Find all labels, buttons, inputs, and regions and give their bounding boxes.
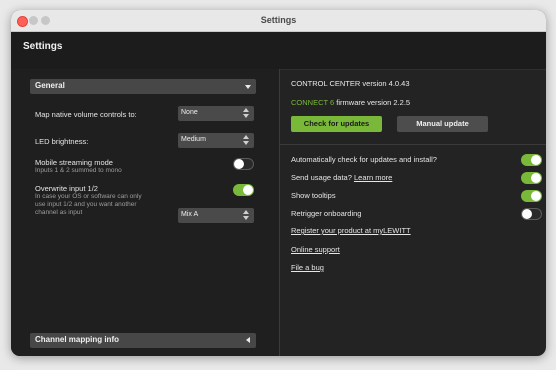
firmware-version-line: CONNECT 6 firmware version 2.2.5 [291,98,410,107]
usage-data-toggle[interactable] [521,172,542,184]
title-bar: Settings [11,10,546,32]
led-brightness-select[interactable]: Medium [178,133,254,148]
left-pane: General Map native volume controls to: N… [11,69,280,356]
updown-icon [242,135,250,146]
map-volume-value: None [181,109,198,116]
retrigger-onboarding-toggle[interactable] [521,208,542,220]
overwrite-input-label: Overwrite input 1/2 [35,184,98,193]
updown-icon [242,210,250,221]
device-name: CONNECT 6 [291,98,335,107]
settings-window: Settings Settings General Map native vol… [11,10,546,356]
updown-icon [242,108,250,119]
map-volume-select[interactable]: None [178,106,254,121]
check-for-updates-button[interactable]: Check for updates [291,116,382,132]
register-product-link[interactable]: Register your product at myLEWITT [291,226,411,235]
manual-update-button[interactable]: Manual update [397,116,488,132]
overwrite-channel-value: Mix A [181,211,199,218]
chevron-down-icon [245,85,251,89]
show-tooltips-toggle[interactable] [521,190,542,202]
usage-data-row: Send usage data? Learn more [291,173,392,182]
right-pane: CONTROL CENTER version 4.0.43 CONNECT 6 … [280,69,546,356]
mobile-streaming-label: Mobile streaming mode [35,158,113,167]
overwrite-input-sub-2: use input 1/2 and you want another [35,201,137,208]
control-center-version: CONTROL CENTER version 4.0.43 [291,79,410,88]
general-section-label: General [35,81,65,90]
retrigger-onboarding-label: Retrigger onboarding [291,209,362,218]
led-brightness-value: Medium [181,136,206,143]
map-volume-label: Map native volume controls to: [35,110,137,119]
auto-update-label: Automatically check for updates and inst… [291,155,437,164]
usage-data-label: Send usage data? [291,173,352,182]
learn-more-link[interactable]: Learn more [354,173,392,182]
overwrite-input-sub-1: In case your OS or software can only [35,193,142,200]
page-title: Settings [23,41,63,52]
window-title: Settings [260,15,297,25]
chevron-left-icon [246,337,250,343]
general-section-header[interactable]: General [30,79,256,94]
file-a-bug-link[interactable]: File a bug [291,263,324,272]
auto-update-toggle[interactable] [521,154,542,166]
show-tooltips-label: Show tooltips [291,191,336,200]
firmware-version: firmware version 2.2.5 [336,98,411,107]
channel-mapping-header[interactable]: Channel mapping info [30,333,256,348]
online-support-link[interactable]: Online support [291,245,340,254]
overwrite-input-toggle[interactable] [233,184,254,196]
overwrite-channel-select[interactable]: Mix A [178,208,254,223]
divider [280,144,546,145]
app-header: Settings [11,32,546,70]
mobile-streaming-sub: Inputs 1 & 2 summed to mono [35,167,122,174]
led-brightness-label: LED brightness: [35,137,89,146]
overwrite-input-sub-3: channel as input [35,209,83,216]
mobile-streaming-toggle[interactable] [233,158,254,170]
channel-mapping-label: Channel mapping info [35,335,119,344]
